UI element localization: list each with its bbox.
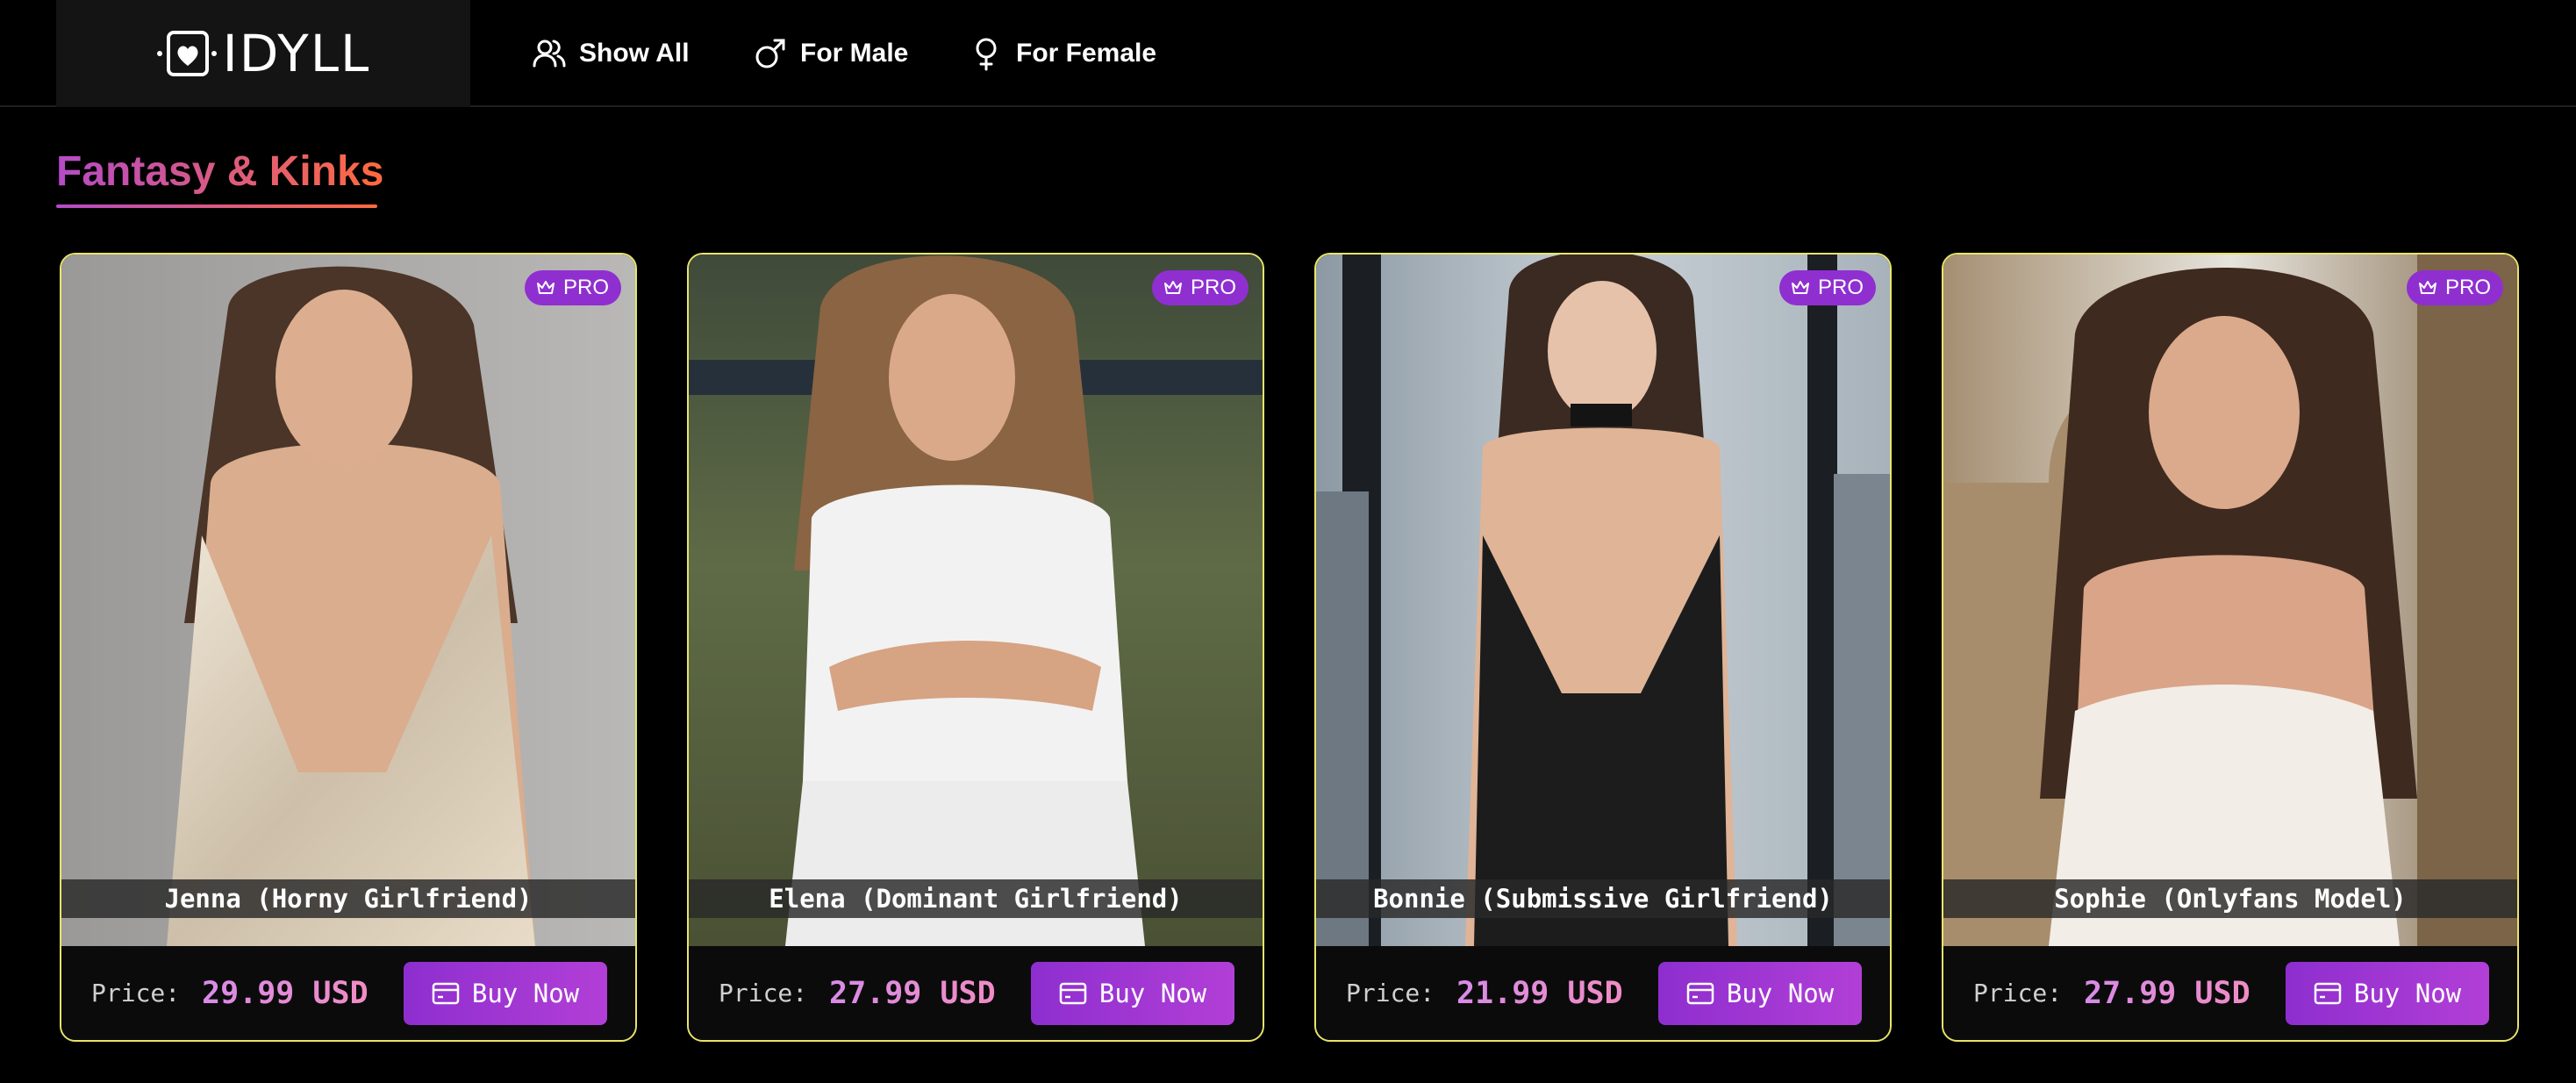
price-label: Price: — [1346, 979, 1435, 1008]
nav-item-show-all[interactable]: Show All — [532, 0, 690, 107]
nav-for-male[interactable]: For Male — [753, 0, 908, 107]
price-label: Price: — [719, 979, 808, 1008]
price-label: Price: — [91, 979, 181, 1008]
credit-card-icon — [2314, 982, 2342, 1005]
buy-now-button[interactable]: Buy Now — [1658, 962, 1862, 1025]
logo-icon — [156, 31, 217, 76]
product-card[interactable]: PRO Jenna (Horny Girlfriend) Price: 29.9… — [60, 253, 637, 1042]
nav-item-for-male[interactable]: For Male — [753, 0, 908, 107]
nav-item-label: Show All — [579, 39, 690, 68]
product-card[interactable]: PRO Bonnie (Submissive Girlfriend) Price… — [1314, 253, 1892, 1042]
buy-now-button[interactable]: Buy Now — [1031, 962, 1234, 1025]
character-photo[interactable]: PRO Sophie (Onlyfans Model) — [1943, 255, 2517, 946]
top-navbar: IDYLL Show All For Male For Female — [0, 0, 2576, 107]
price-value: 29.99 USD — [202, 946, 369, 1040]
credit-card-icon — [432, 982, 460, 1005]
pro-badge: PRO — [1778, 270, 1876, 305]
character-name: Elena (Dominant Girlfriend) — [689, 879, 1263, 918]
price-label: Price: — [1973, 979, 2063, 1008]
nav-item-for-female[interactable]: For Female — [969, 0, 1156, 107]
section-title: Fantasy & Kinks — [56, 140, 383, 204]
character-name: Jenna (Horny Girlfriend) — [61, 879, 635, 918]
pro-badge: PRO — [1151, 270, 1249, 305]
crown-icon — [536, 281, 555, 294]
crown-icon — [1163, 281, 1182, 294]
card-footer: Price: 27.99 USD Buy Now — [1943, 946, 2517, 1040]
character-photo[interactable]: PRO Bonnie (Submissive Girlfriend) — [1316, 255, 1890, 946]
character-photo[interactable]: PRO Elena (Dominant Girlfriend) — [689, 255, 1263, 946]
buy-now-button[interactable]: Buy Now — [404, 962, 607, 1025]
section-underline — [56, 204, 377, 208]
price-value: 21.99 USD — [1456, 946, 1623, 1040]
buy-now-button[interactable]: Buy Now — [2286, 962, 2489, 1025]
card-footer: Price: 27.99 USD Buy Now — [689, 946, 1263, 1040]
nav-show-all[interactable]: Show All — [532, 0, 690, 107]
character-name: Sophie (Onlyfans Model) — [1943, 879, 2517, 918]
product-card[interactable]: PRO Elena (Dominant Girlfriend) Price: 2… — [687, 253, 1264, 1042]
card-footer: Price: 21.99 USD Buy Now — [1316, 946, 1890, 1040]
character-photo[interactable]: PRO Jenna (Horny Girlfriend) — [61, 255, 635, 946]
female-icon — [976, 38, 997, 71]
credit-card-icon — [1059, 982, 1087, 1005]
logo-text: IDYLL — [222, 24, 371, 83]
character-name: Bonnie (Submissive Girlfriend) — [1316, 879, 1890, 918]
crown-icon — [1791, 281, 1809, 294]
nav-for-female[interactable]: For Female — [969, 0, 1156, 107]
pro-badge: PRO — [524, 270, 621, 305]
nav-item-label: For Male — [800, 39, 909, 68]
credit-card-icon — [1686, 982, 1714, 1005]
male-icon — [755, 39, 785, 68]
price-value: 27.99 USD — [2084, 946, 2250, 1040]
nav-item-label: For Female — [1016, 39, 1157, 68]
product-card[interactable]: PRO Sophie (Onlyfans Model) Price: 27.99… — [1942, 253, 2519, 1042]
users-icon — [533, 39, 566, 68]
pro-badge: PRO — [2406, 270, 2503, 305]
logo[interactable]: IDYLL — [56, 0, 470, 107]
card-footer: Price: 29.99 USD Buy Now — [61, 946, 635, 1040]
crown-icon — [2418, 281, 2436, 294]
price-value: 27.99 USD — [829, 946, 996, 1040]
